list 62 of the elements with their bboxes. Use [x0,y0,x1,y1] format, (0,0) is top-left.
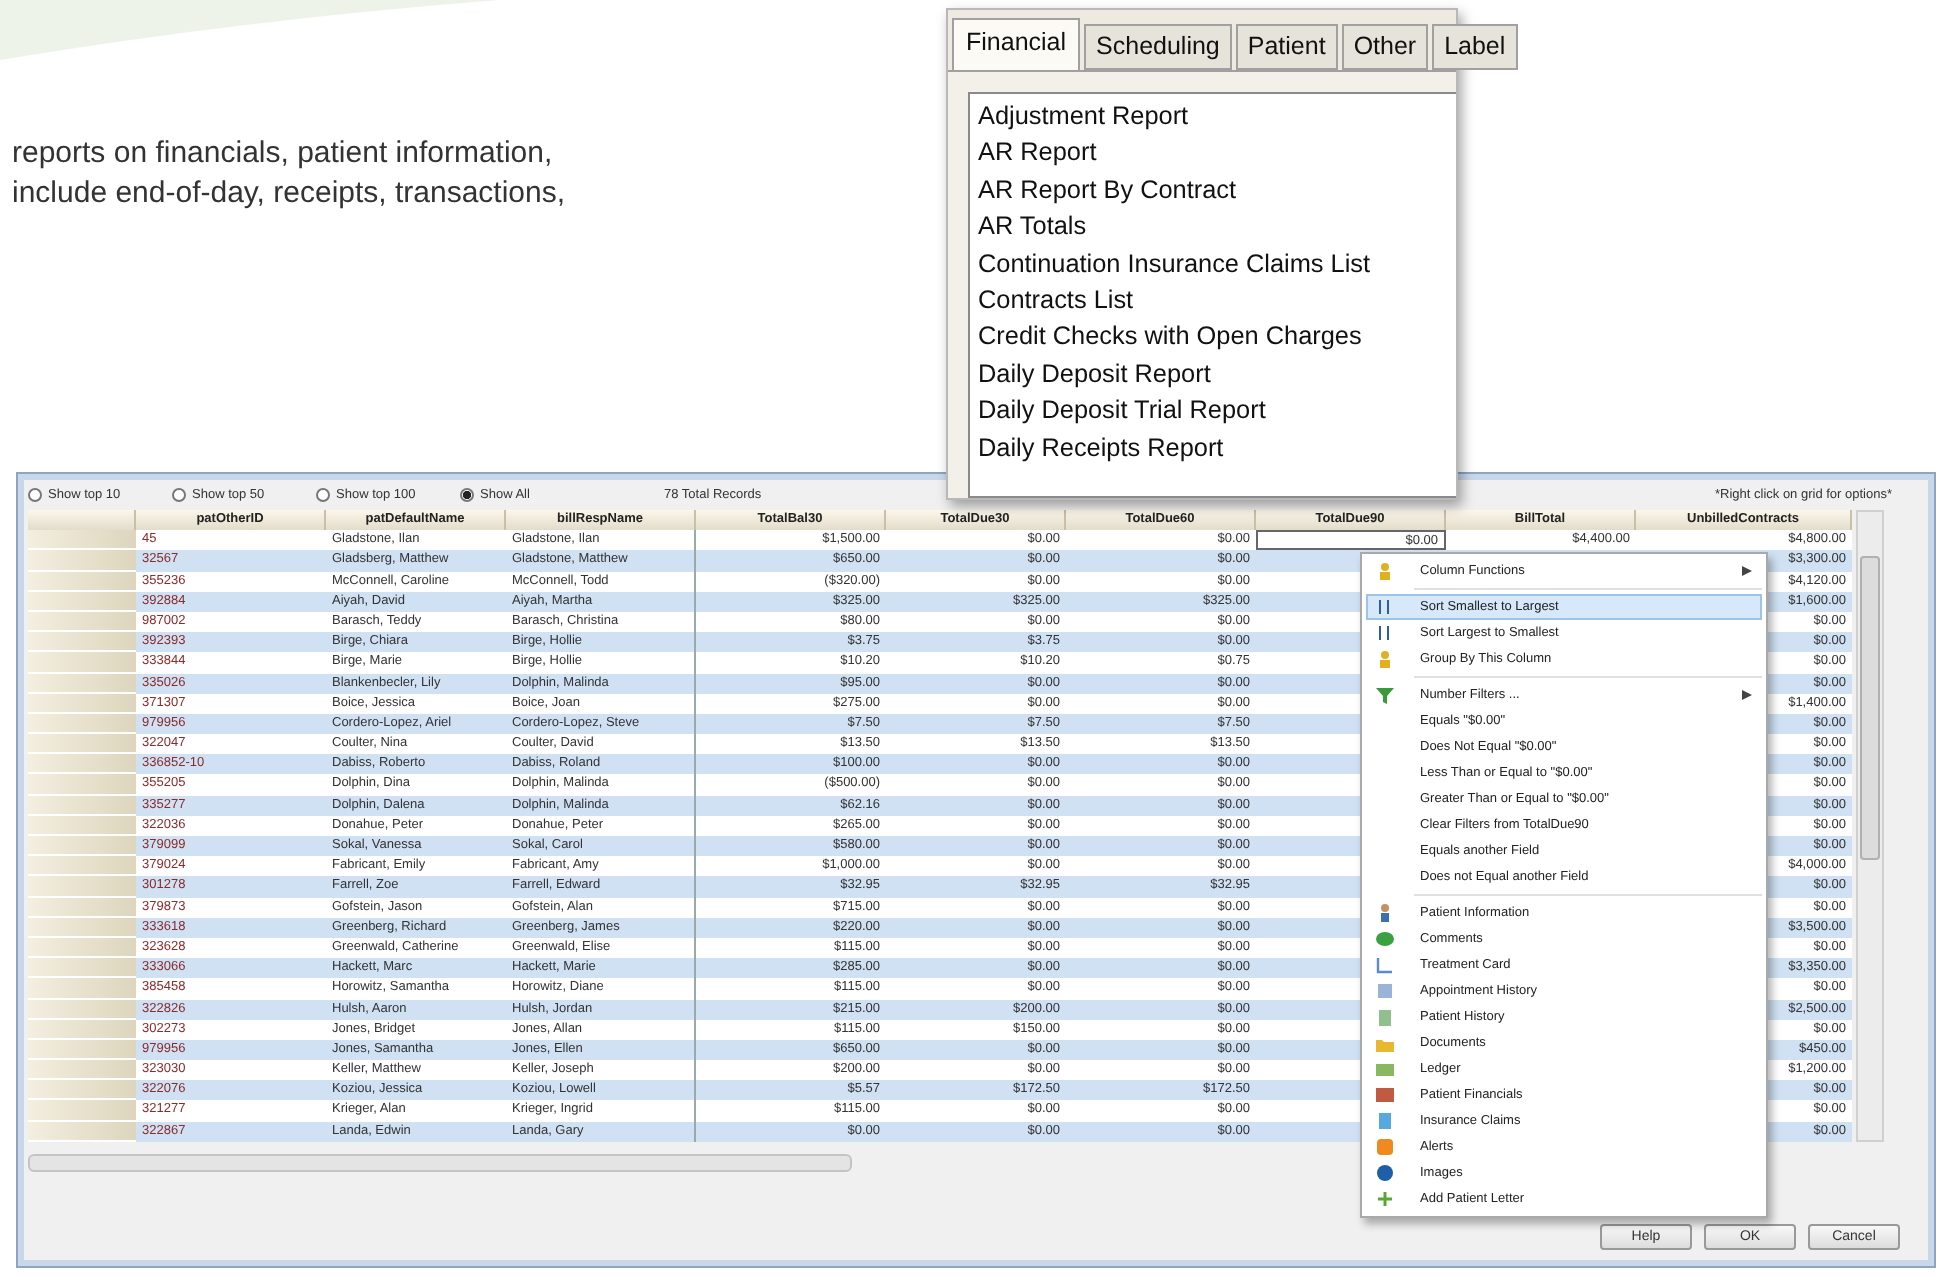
row-header[interactable] [28,1100,136,1122]
report-item[interactable]: Daily Deposit Trial Report [978,392,1448,430]
person-icon [1376,562,1394,580]
row-header[interactable] [28,611,136,633]
row-header[interactable] [28,815,136,836]
row-header[interactable] [28,550,136,572]
radio-button[interactable] [460,488,474,502]
report-item[interactable]: AR Report By Contract [978,171,1448,209]
row-header[interactable] [28,1019,136,1040]
report-tab[interactable]: Patient [1235,24,1338,70]
radio-button[interactable] [28,488,42,502]
report-item[interactable]: Adjustment Report [978,98,1448,135]
row-header[interactable] [28,1060,136,1081]
vertical-scrollbar[interactable] [1856,510,1884,1142]
report-item[interactable]: Credit Checks with Open Charges [978,318,1448,356]
row-header[interactable] [28,1080,136,1101]
row-header[interactable] [28,530,136,551]
funnel-icon [1376,686,1394,704]
row-header[interactable] [28,937,136,959]
row-header[interactable] [28,1121,136,1142]
report-item[interactable]: Daily Deposit Report [978,355,1448,393]
row-header[interactable] [28,836,136,857]
report-tab[interactable]: Label [1432,24,1518,70]
report-tab[interactable]: Scheduling [1084,24,1232,70]
report-item[interactable]: Daily Receipts Report [978,429,1448,467]
plus-icon [1376,1190,1394,1208]
report-tab[interactable]: Other [1341,24,1429,70]
folder-icon [1376,1034,1394,1052]
person-icon [1376,904,1394,922]
row-header[interactable] [28,673,136,694]
row-header[interactable] [28,917,136,938]
row-header[interactable] [28,774,136,796]
row-header[interactable] [28,734,136,755]
report-item[interactable]: Contracts List [978,282,1448,319]
row-header[interactable] [28,958,136,979]
row-header[interactable] [28,754,136,775]
body-text: reports on financials, patient information, [12,136,555,170]
report-item[interactable]: AR Report [978,134,1448,172]
corner-header [28,510,136,531]
radio-button[interactable] [172,488,186,502]
row-header[interactable] [28,713,136,735]
row-header[interactable] [28,876,136,898]
row-header[interactable] [28,897,136,918]
submenu-arrow-icon [1742,566,1752,576]
row-header[interactable] [28,856,136,877]
report-tab[interactable]: Financial [952,18,1081,70]
row-header[interactable] [28,652,136,673]
row-header[interactable] [28,978,136,999]
row-header[interactable] [28,795,136,816]
row-header[interactable] [28,999,136,1020]
report-item[interactable]: Continuation Insurance Claims List [978,245,1448,283]
row-header[interactable] [28,571,136,592]
person-icon [1376,650,1394,668]
radio-button[interactable] [316,488,330,502]
row-header[interactable] [28,693,136,714]
report-item[interactable]: AR Totals [978,208,1448,246]
horizontal-scrollbar[interactable] [28,1153,852,1172]
row-header[interactable] [28,591,136,612]
submenu-arrow-icon [1742,690,1752,700]
row-header[interactable] [28,1039,136,1061]
body-text: include end-of-day, receipts, transactions, [12,176,566,210]
row-header[interactable] [28,632,136,653]
